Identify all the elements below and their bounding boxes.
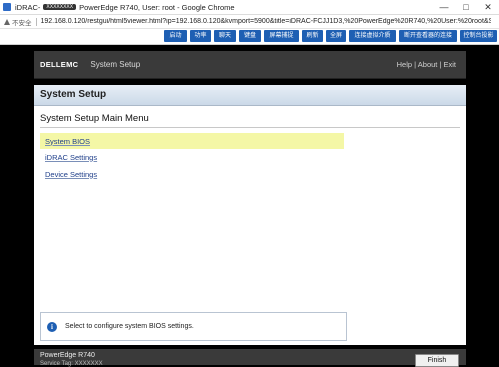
footer-service-tag: Service Tag: XXXXXXX — [40, 361, 103, 367]
menu-item-idrac-settings[interactable]: iDRAC Settings — [40, 149, 344, 165]
dell-header: DELLEMC System Setup Help | About | Exit — [34, 51, 466, 79]
kvm-boot-button[interactable]: 启动 — [164, 30, 187, 42]
menu-item-label: iDRAC Settings — [45, 152, 98, 162]
kvm-disconnect-button[interactable]: 断开查看器的连接 — [399, 30, 457, 42]
redacted-tag: XXXXXXXX — [43, 4, 77, 10]
kvm-refresh-button[interactable]: 刷新 — [302, 30, 323, 42]
url-text[interactable]: 192.168.0.120/restgui/html5viewer.html?i… — [41, 18, 491, 25]
kvm-console-button[interactable]: 控制台投影 — [460, 30, 497, 42]
info-text: Select to configure system BIOS settings… — [65, 323, 194, 330]
security-indicator[interactable]: 不安全 — [4, 17, 32, 27]
address-bar[interactable]: 不安全 192.168.0.120/restgui/html5viewer.ht… — [0, 15, 499, 29]
close-icon[interactable]: ✕ — [477, 0, 499, 14]
menu-item-label: Device Settings — [45, 169, 98, 179]
finish-button[interactable]: Finish — [415, 354, 459, 367]
tab-prefix: iDRAC- — [15, 2, 41, 12]
address-separator — [35, 17, 37, 26]
main-menu-title: System Setup Main Menu — [40, 113, 149, 124]
system-setup-panel: System Setup System Setup Main Menu Syst… — [34, 85, 466, 345]
kvm-toolbar: 启动 功率 聊天 键盘 屏幕捕捉 刷新 全屏 连接虚拟介质 断开查看器的连接 控… — [0, 29, 499, 45]
footer-model: PowerEdge R740 — [40, 352, 95, 359]
window-title: iDRAC- XXXXXXXX PowerEdge R740, User: ro… — [15, 3, 235, 12]
menu-item-device-settings[interactable]: Device Settings — [40, 166, 344, 182]
menu-item-system-bios[interactable]: System BIOS — [40, 133, 344, 149]
kvm-chat-button[interactable]: 聊天 — [214, 30, 236, 42]
browser-title-bar: iDRAC- XXXXXXXX PowerEdge R740, User: ro… — [0, 0, 499, 15]
panel-header: System Setup — [34, 85, 466, 106]
window-controls: — □ ✕ — [433, 0, 499, 14]
maximize-icon[interactable]: □ — [455, 0, 477, 14]
kvm-screenshot-button[interactable]: 屏幕捕捉 — [264, 30, 299, 42]
dell-emc-logo: DELLEMC — [40, 60, 79, 69]
idrac-app-icon — [3, 3, 11, 11]
kvm-power-button[interactable]: 功率 — [190, 30, 211, 42]
help-info-box: i Select to configure system BIOS settin… — [40, 312, 347, 341]
kvm-keyboard-button[interactable]: 键盘 — [239, 30, 261, 42]
kvm-virtual-media-button[interactable]: 连接虚拟介质 — [349, 30, 396, 42]
panel-title: System Setup — [40, 89, 107, 100]
header-title: System Setup — [90, 60, 141, 69]
security-label: 不安全 — [12, 19, 32, 27]
window-title-text: PowerEdge R740, User: root - Google Chro… — [79, 2, 235, 12]
menu-divider — [40, 127, 460, 128]
minimize-icon[interactable]: — — [433, 0, 455, 14]
footer-bar: PowerEdge R740 Service Tag: XXXXXXX Fini… — [34, 349, 466, 367]
header-links[interactable]: Help | About | Exit — [397, 60, 456, 69]
menu-item-label: System BIOS — [45, 136, 91, 146]
kvm-fullscreen-button[interactable]: 全屏 — [326, 30, 346, 42]
info-icon: i — [47, 321, 57, 332]
warning-icon — [4, 18, 10, 25]
